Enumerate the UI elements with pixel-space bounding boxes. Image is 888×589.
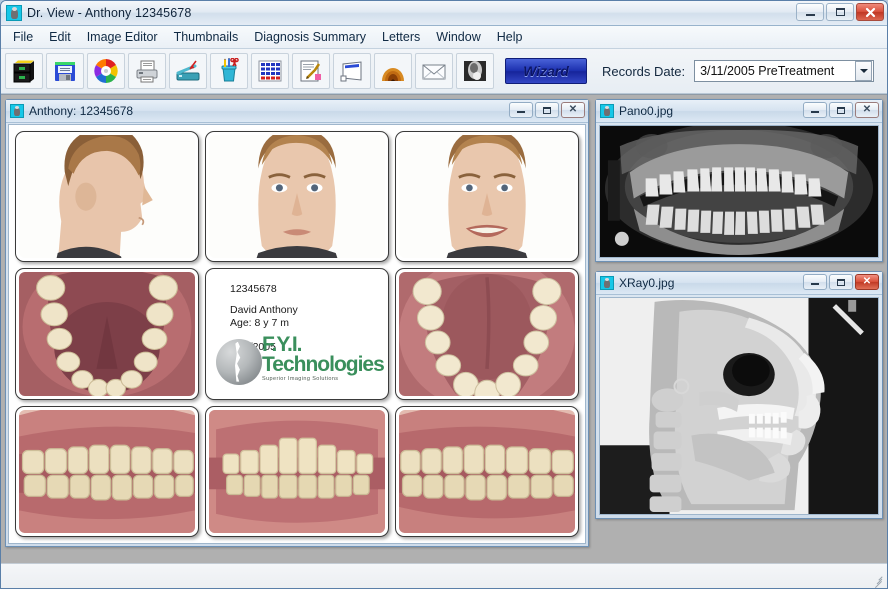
- pano-window-title-bar: Pano0.jpg ✕: [596, 100, 882, 123]
- photo-intraoral-frontal[interactable]: [205, 406, 389, 537]
- file-cabinet-icon[interactable]: [5, 53, 43, 89]
- doctor-icon: [6, 5, 22, 21]
- photo-buccal-left[interactable]: [395, 406, 579, 537]
- close-button[interactable]: [856, 3, 884, 21]
- tools-cup-icon[interactable]: [210, 53, 248, 89]
- menu-window[interactable]: Window: [428, 27, 488, 47]
- photo-occlusal-lower[interactable]: [15, 268, 199, 399]
- document-edit-icon[interactable]: [292, 53, 330, 89]
- color-wheel-cd-icon[interactable]: [87, 53, 125, 89]
- window-controls: [796, 3, 884, 21]
- menu-bar: File Edit Image Editor Thumbnails Diagno…: [1, 26, 887, 49]
- logo-sphere-icon: [216, 339, 262, 385]
- thumbnails-window-title: Anthony: 12345678: [29, 104, 133, 118]
- pano-window-body: [596, 122, 882, 261]
- floppy-disk-save-icon[interactable]: [46, 53, 84, 89]
- patient-icon: [600, 276, 614, 290]
- logo-tagline: Superior Imaging Solutions: [262, 376, 384, 382]
- info-patient-name: David Anthony: [230, 304, 388, 317]
- photo-buccal-right[interactable]: [15, 406, 199, 537]
- pano-window-title: Pano0.jpg: [619, 104, 673, 118]
- thumbnail-grid-icon[interactable]: [251, 53, 289, 89]
- panoramic-xray-image: [600, 126, 878, 257]
- thumbnails-window-controls: ✕: [509, 102, 585, 118]
- maximize-button[interactable]: [826, 3, 854, 21]
- thumbnail-sheet: 12345678 David Anthony Age: 8 y 7 m 3/11…: [8, 124, 586, 544]
- xray-window-title-bar: XRay0.jpg ✕: [596, 272, 882, 295]
- xray-window-controls: ✕: [803, 274, 879, 290]
- patient-icon: [600, 104, 614, 118]
- info-patient-age: Age: 8 y 7 m: [230, 317, 388, 330]
- thumbnails-window-body: 12345678 David Anthony Age: 8 y 7 m 3/11…: [6, 122, 588, 546]
- thumbnails-window[interactable]: Anthony: 12345678 ✕: [5, 99, 589, 547]
- xray-maximize-button[interactable]: [829, 274, 853, 290]
- printer-icon[interactable]: [128, 53, 166, 89]
- menu-image-editor[interactable]: Image Editor: [79, 27, 166, 47]
- mdi-client-area: Anthony: 12345678 ✕: [1, 94, 887, 563]
- menu-diagnosis-summary[interactable]: Diagnosis Summary: [246, 27, 374, 47]
- patient-icon: [10, 104, 24, 118]
- scanner-icon[interactable]: [169, 53, 207, 89]
- fyi-technologies-logo: F.Y.I. Technologies Superior Imaging Sol…: [214, 335, 382, 393]
- menu-thumbnails[interactable]: Thumbnails: [166, 27, 247, 47]
- status-bar: [1, 563, 887, 588]
- wizard-button[interactable]: Wizard: [505, 58, 587, 84]
- photo-profile-right[interactable]: [15, 131, 199, 262]
- thumbnails-close-button[interactable]: ✕: [561, 102, 585, 118]
- pano-close-button[interactable]: ✕: [855, 102, 879, 118]
- menu-letters[interactable]: Letters: [374, 27, 428, 47]
- info-patient-id: 12345678: [230, 283, 388, 296]
- menu-file[interactable]: File: [5, 27, 41, 47]
- pano-window-controls: ✕: [803, 102, 879, 118]
- photo-occlusal-upper[interactable]: [395, 268, 579, 399]
- xray-window-title: XRay0.jpg: [619, 276, 674, 290]
- logo-line-1: F.Y.I.: [262, 335, 384, 354]
- photo-frontal-repose[interactable]: [205, 131, 389, 262]
- chevron-down-icon[interactable]: [855, 61, 872, 81]
- xray-image-icon[interactable]: [456, 53, 494, 89]
- records-date-combobox[interactable]: 3/11/2005 PreTreatment: [694, 60, 874, 82]
- xray-close-button[interactable]: ✕: [855, 274, 879, 290]
- cephalometric-xray-image: [600, 298, 878, 514]
- window-title: Dr. View - Anthony 12345678: [27, 6, 191, 20]
- photo-frontal-smile[interactable]: [395, 131, 579, 262]
- thumbnails-maximize-button[interactable]: [535, 102, 559, 118]
- patient-info-card[interactable]: 12345678 David Anthony Age: 8 y 7 m 3/11…: [205, 268, 389, 399]
- menu-help[interactable]: Help: [489, 27, 531, 47]
- logo-line-2: Technologies: [262, 354, 384, 375]
- minimize-button[interactable]: [796, 3, 824, 21]
- arch-icon[interactable]: [374, 53, 412, 89]
- thumbnails-minimize-button[interactable]: [509, 102, 533, 118]
- xray-window[interactable]: XRay0.jpg ✕: [595, 271, 883, 519]
- records-date-label: Records Date:: [602, 64, 685, 79]
- envelope-mail-icon[interactable]: [415, 53, 453, 89]
- title-bar: Dr. View - Anthony 12345678: [1, 1, 887, 26]
- records-date-value: 3/11/2005 PreTreatment: [695, 64, 855, 78]
- pano-minimize-button[interactable]: [803, 102, 827, 118]
- xray-window-body: [596, 294, 882, 518]
- presentation-icon[interactable]: [333, 53, 371, 89]
- thumbnails-window-title-bar: Anthony: 12345678 ✕: [6, 100, 588, 123]
- toolbar: Wizard Records Date: 3/11/2005 PreTreatm…: [1, 49, 887, 94]
- pano-maximize-button[interactable]: [829, 102, 853, 118]
- pano-window[interactable]: Pano0.jpg ✕: [595, 99, 883, 262]
- menu-edit[interactable]: Edit: [41, 27, 79, 47]
- application-window: Dr. View - Anthony 12345678 File Edit Im…: [0, 0, 888, 589]
- xray-minimize-button[interactable]: [803, 274, 827, 290]
- resize-grip-icon[interactable]: [871, 573, 885, 587]
